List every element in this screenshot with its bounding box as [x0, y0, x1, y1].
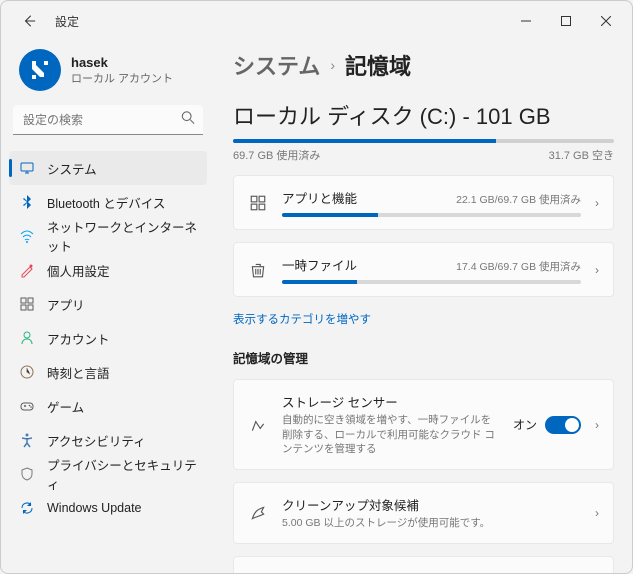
settings-window: 設定 hasek ローカル アカウント システムBluetooth とデバイ — [0, 0, 633, 574]
disk-usage-bar — [233, 139, 614, 143]
chevron-right-icon: › — [595, 196, 599, 210]
chevron-right-icon: › — [330, 57, 335, 73]
user-name: hasek — [71, 55, 173, 70]
titlebar: 設定 — [1, 1, 632, 41]
storage-management-header: 記憶域の管理 — [233, 348, 614, 367]
nav-item-bluetooth[interactable]: Bluetooth とデバイス — [9, 185, 207, 219]
close-button[interactable] — [586, 5, 626, 37]
category-bar — [282, 213, 581, 217]
avatar-icon — [28, 58, 52, 82]
accessibility-icon — [19, 432, 35, 448]
show-more-categories-link[interactable]: 表示するカテゴリを増やす — [233, 311, 371, 327]
nav-item-gaming[interactable]: ゲーム — [9, 389, 207, 423]
disk-title: ローカル ディスク (C:) - 101 GB — [233, 99, 614, 131]
storage-sense-toggle[interactable] — [545, 416, 581, 434]
nav-label: Bluetooth とデバイス — [47, 193, 165, 212]
cleanup-icon — [248, 503, 268, 523]
sense-icon — [248, 415, 268, 435]
nav-label: ネットワークとインターネット — [47, 217, 197, 255]
maximize-icon — [561, 16, 571, 26]
category-stat: 22.1 GB/69.7 GB 使用済み — [456, 192, 581, 207]
category-stat: 17.4 GB/69.7 GB 使用済み — [456, 259, 581, 274]
nav-item-personalization[interactable]: 個人用設定 — [9, 253, 207, 287]
user-account-type: ローカル アカウント — [71, 70, 173, 86]
close-icon — [601, 16, 611, 26]
toggle-label: オン — [513, 416, 537, 433]
search-box — [13, 105, 203, 135]
nav-item-time[interactable]: 時刻と言語 — [9, 355, 207, 389]
nav-label: 個人用設定 — [47, 261, 110, 280]
nav-label: 時刻と言語 — [47, 363, 110, 382]
nav-label: Windows Update — [47, 501, 142, 515]
nav-item-update[interactable]: Windows Update — [9, 491, 207, 525]
manage-title: クリーンアップ対象候補 — [282, 495, 581, 514]
accounts-icon — [19, 330, 35, 346]
network-icon — [19, 228, 35, 244]
category-title: アプリと機能 — [282, 188, 357, 207]
search-input[interactable] — [13, 105, 203, 135]
nav-item-privacy[interactable]: プライバシーとセキュリティ — [9, 457, 207, 491]
manage-title: ストレージ センサー — [282, 392, 499, 411]
manage-title: ストレージの詳細設定 — [282, 569, 575, 573]
minimize-icon — [521, 16, 531, 26]
apps-icon — [19, 296, 35, 312]
nav-item-apps[interactable]: アプリ — [9, 287, 207, 321]
maximize-button[interactable] — [546, 5, 586, 37]
category-title: 一時ファイル — [282, 255, 357, 274]
apps-icon — [248, 193, 268, 213]
nav-label: アプリ — [47, 295, 85, 314]
content: システム › 記憶域 ローカル ディスク (C:) - 101 GB 69.7 … — [215, 41, 632, 573]
category-temp[interactable]: 一時ファイル 17.4 GB/69.7 GB 使用済み › — [233, 242, 614, 297]
minimize-button[interactable] — [506, 5, 546, 37]
nav-label: プライバシーとセキュリティ — [47, 455, 197, 493]
manage-cleanup[interactable]: クリーンアップ対象候補 5.00 GB 以上のストレージが使用可能です。 › — [233, 482, 614, 544]
sidebar: hasek ローカル アカウント システム Bluetooth とデバイスネットワ… — [1, 41, 215, 573]
nav-label: システム — [47, 159, 97, 178]
personalization-icon — [19, 262, 35, 278]
manage-sense[interactable]: ストレージ センサー自動的に空き領域を増やす、一時ファイルを削除する、ローカルで… — [233, 379, 614, 470]
nav-label: アカウント — [47, 329, 110, 348]
chevron-right-icon: › — [595, 263, 599, 277]
arrow-left-icon — [22, 14, 36, 28]
nav-label: アクセシビリティ — [47, 431, 146, 450]
time-icon — [19, 364, 35, 380]
nav-item-network[interactable]: ネットワークとインターネット — [9, 219, 207, 253]
category-apps[interactable]: アプリと機能 22.1 GB/69.7 GB 使用済み › — [233, 175, 614, 230]
breadcrumb-parent[interactable]: システム — [233, 49, 320, 81]
window-title: 設定 — [55, 13, 79, 30]
manage-sub: 5.00 GB 以上のストレージが使用可能です。 — [282, 516, 581, 531]
breadcrumb: システム › 記憶域 — [233, 49, 614, 81]
nav-item-accessibility[interactable]: アクセシビリティ — [9, 423, 207, 457]
manage-sub: 自動的に空き領域を増やす、一時ファイルを削除する、ローカルで利用可能なクラウド … — [282, 413, 499, 457]
nav-item-accounts[interactable]: アカウント — [9, 321, 207, 355]
disk-used-label: 69.7 GB 使用済み — [233, 147, 320, 163]
disk-free-label: 31.7 GB 空き — [549, 147, 614, 163]
privacy-icon — [19, 466, 35, 482]
nav-item-system[interactable]: システム — [9, 151, 207, 185]
update-icon — [19, 500, 35, 516]
category-bar — [282, 280, 581, 284]
search-icon — [181, 111, 195, 130]
nav-label: ゲーム — [47, 397, 84, 416]
system-icon — [19, 160, 35, 176]
back-button[interactable] — [15, 7, 43, 35]
window-controls — [506, 5, 626, 37]
manage-advanced[interactable]: ストレージの詳細設定バックアップ オプション、記憶域スペース、その他のディスクお… — [233, 556, 614, 573]
chevron-right-icon: › — [595, 418, 599, 432]
disk-stats: 69.7 GB 使用済み 31.7 GB 空き — [233, 147, 614, 163]
bluetooth-icon — [19, 194, 35, 210]
temp-icon — [248, 260, 268, 280]
breadcrumb-current: 記憶域 — [345, 49, 411, 81]
chevron-right-icon: › — [595, 506, 599, 520]
user-card[interactable]: hasek ローカル アカウント — [9, 41, 207, 105]
gaming-icon — [19, 398, 35, 414]
avatar — [19, 49, 61, 91]
